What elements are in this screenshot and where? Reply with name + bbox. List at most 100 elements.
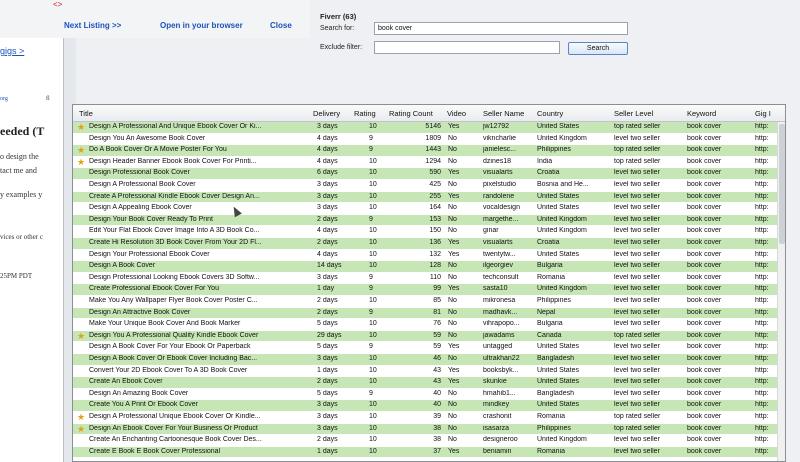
table-row[interactable]: Design A Book Cover Or Ebook Cover Inclu…	[73, 354, 781, 366]
cell-gig: http:	[755, 146, 769, 154]
table-row[interactable]: Design A Appealing Ebook Cover 3 days 10 16…	[73, 203, 781, 215]
cell-keyword: book cover	[687, 227, 722, 235]
column-header[interactable]: Rating Count	[389, 109, 433, 118]
table-row[interactable]: Create An Enchanting Cartoonesque Book C…	[73, 435, 781, 447]
cell-rating: 10	[369, 227, 377, 235]
column-header[interactable]: Country	[537, 109, 563, 118]
cell-seller: booksbyk...	[483, 366, 519, 374]
table-row[interactable]: Design Your Professional Ebook Cover 4 da…	[73, 249, 781, 262]
cell-keyword: book cover	[687, 297, 722, 304]
column-header[interactable]: Keyword	[687, 109, 716, 118]
next-listing-link[interactable]: Next Listing >>	[64, 21, 121, 30]
cell-delivery: 1 day	[317, 285, 335, 293]
table-row[interactable]: Design Professional Book Cover 6 days 10 59…	[73, 168, 781, 180]
table-row[interactable]: Design Professional Looking Ebook Covers…	[73, 272, 781, 285]
table-row[interactable]: Make Your Unique Book Cover And Book Mar…	[73, 319, 781, 331]
exclude-filter-input[interactable]	[374, 41, 560, 54]
cell-gig: http:	[755, 262, 769, 270]
table-row[interactable]: Design Your Book Cover Ready To Print 2 d…	[73, 214, 781, 227]
cell-level: level two seller	[614, 308, 660, 316]
cell-seller: isasarza	[483, 424, 510, 432]
cell-video: Yes	[448, 447, 460, 455]
table-row[interactable]: Design A Professional Book Cover 3 days 10…	[73, 180, 781, 192]
cell-keyword: book cover	[687, 204, 722, 212]
cell-seller: designeroo	[483, 436, 518, 444]
cell-title: Create You A Print Or Ebook Cover	[89, 401, 198, 409]
column-header[interactable]: Rating	[354, 109, 376, 118]
cell-seller: vocaldesign	[483, 204, 520, 212]
open-in-browser-link[interactable]: Open in your browser	[160, 21, 243, 30]
cell-level: top rated seller	[614, 424, 661, 432]
table-row[interactable]: Design A Book Cover For Your Ebook Or Pa…	[73, 342, 781, 354]
description-line-1: o design the	[0, 152, 39, 161]
table-row[interactable]: ★ Design A Professional And Unique Ebook …	[73, 122, 781, 134]
cell-gig: http:	[755, 331, 769, 339]
cell-title: Design A Book Cover For Your Ebook Or Pa…	[89, 343, 251, 351]
cell-video: No	[448, 134, 457, 142]
vertical-scrollbar[interactable]	[777, 122, 785, 461]
cell-country: Bulgaria	[537, 262, 563, 270]
results-grid: Title Delivery Rating Rating Count Video…	[72, 104, 786, 462]
cell-rating: 9	[369, 343, 373, 351]
nav-marker-icon[interactable]: <>	[53, 0, 62, 9]
cell-count: 150	[429, 227, 441, 235]
table-row[interactable]: Create Professional Ebook Cover For You 1…	[73, 284, 781, 296]
search-input[interactable]: book cover	[374, 22, 628, 35]
table-row[interactable]: Create A Professional Kindle Ebook Cover…	[73, 191, 781, 204]
cell-delivery: 3 days	[317, 181, 338, 188]
cell-rating: 9	[369, 308, 373, 316]
cell-gig: http:	[755, 378, 769, 386]
cell-gig: http:	[755, 424, 769, 432]
cell-delivery: 3 days	[317, 424, 338, 432]
close-link[interactable]: Close	[270, 21, 292, 30]
search-button[interactable]: Search	[568, 42, 628, 55]
table-row[interactable]: Create Hi Resolution 3D Book Cover From …	[73, 238, 781, 250]
table-row[interactable]: Create An Ebook Cover 2 days 10 43 Yes skunki…	[73, 377, 781, 389]
cell-rating: 10	[369, 250, 377, 258]
cell-video: No	[448, 262, 457, 270]
cell-count: 99	[433, 285, 441, 293]
cell-rating: 10	[369, 239, 377, 246]
column-header[interactable]: Title	[79, 109, 93, 118]
cell-rating: 10	[369, 297, 377, 304]
table-row[interactable]: Design You An Awesome Book Cover 4 days 9 1…	[73, 133, 781, 146]
table-row[interactable]: Edit Your Flat Ebook Cover Image Into A …	[73, 226, 781, 238]
star-icon: ★	[77, 156, 86, 167]
table-row[interactable]: Design An Amazing Book Cover 5 days 9 40 No h…	[73, 388, 781, 401]
cell-gig: http:	[755, 227, 769, 235]
column-header[interactable]: Delivery	[313, 109, 340, 118]
cell-gig: http:	[755, 181, 769, 188]
cell-count: 590	[429, 169, 441, 177]
cell-title: Create Hi Resolution 3D Book Cover From …	[89, 239, 262, 246]
cell-delivery: 6 days	[317, 169, 338, 177]
cell-video: No	[448, 389, 457, 397]
table-row[interactable]: Design An Attractive Book Cover 2 days 9 81…	[73, 307, 781, 320]
table-row[interactable]: ★ Design You A Professional Quality Kindl…	[73, 330, 781, 343]
table-row[interactable]: ★ Design An Ebook Cover For Your Business…	[73, 423, 781, 436]
cell-seller: hmahib1...	[483, 389, 516, 397]
cell-seller: janielesc...	[483, 146, 517, 154]
cell-country: Croatia	[537, 169, 560, 177]
cell-gig: http:	[755, 239, 769, 246]
breadcrumb-link[interactable]: gigs >	[0, 46, 24, 56]
table-row[interactable]: Create E Book E Book Cover Professional 1…	[73, 446, 781, 459]
column-header[interactable]: Video	[447, 109, 466, 118]
cell-title: Design A Professional Unique Ebook Cover…	[89, 413, 261, 420]
profile-link[interactable]: org	[0, 96, 8, 102]
table-row[interactable]: Design A Book Cover 14 days 10 128 No ilgeorg…	[73, 261, 781, 273]
table-row[interactable]: Convert Your 2D Ebook Cover To A 3D Book…	[73, 365, 781, 378]
cell-level: level two seller	[614, 447, 660, 455]
scrollbar-thumb[interactable]	[779, 124, 785, 244]
table-row[interactable]: Make You Any Wallpaper Flyer Book Cover …	[73, 296, 781, 308]
table-row[interactable]: ★ Design Header Banner Ebook Book Cover F…	[73, 156, 781, 169]
table-row[interactable]: ★ Do A Book Cover Or A Movie Poster For Y…	[73, 145, 781, 157]
column-header[interactable]: Seller Name	[483, 109, 524, 118]
cell-count: 85	[433, 297, 441, 304]
cell-rating: 10	[369, 413, 377, 420]
column-header[interactable]: Gig I	[755, 109, 771, 118]
table-row[interactable]: Create You A Print Or Ebook Cover 3 days 1…	[73, 400, 781, 412]
cell-country: United Kingdom	[537, 134, 587, 142]
column-header[interactable]: Seller Level	[614, 109, 653, 118]
cell-title: Create Professional Ebook Cover For You	[89, 285, 219, 293]
table-row[interactable]: ★ Design A Professional Unique Ebook Cove…	[73, 412, 781, 424]
